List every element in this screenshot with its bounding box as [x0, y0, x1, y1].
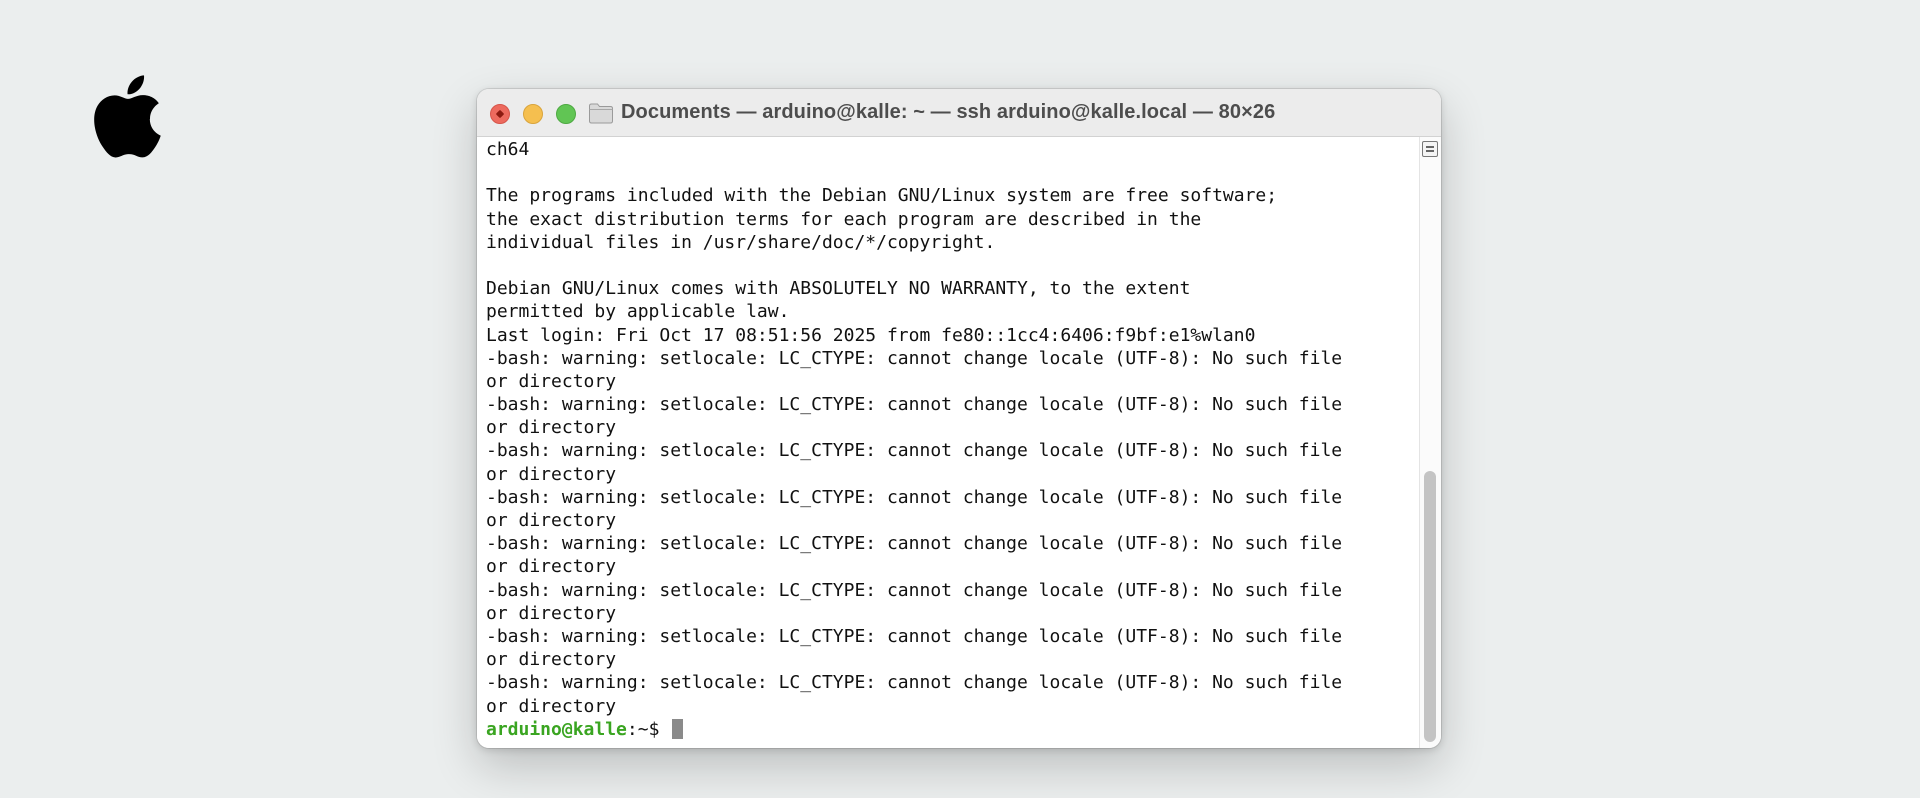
folder-icon: [588, 102, 614, 124]
split-pane-icon[interactable]: [1422, 141, 1438, 157]
close-button[interactable]: [490, 104, 510, 124]
terminal-line: or directory: [486, 695, 617, 717]
terminal-line: ch64: [486, 139, 530, 160]
terminal-line: or directory: [486, 649, 617, 671]
terminal-line: -bash: warning: setlocale: LC_CTYPE: can…: [486, 672, 1343, 694]
apple-icon[interactable]: [86, 68, 164, 164]
window-title: Documents — arduino@kalle: ~ — ssh ardui…: [621, 101, 1276, 123]
terminal-line: -bash: warning: setlocale: LC_CTYPE: can…: [486, 486, 1343, 508]
terminal-line: -bash: warning: setlocale: LC_CTYPE: can…: [486, 440, 1343, 462]
terminal-output[interactable]: ch64 The programs included with the Debi…: [477, 137, 1419, 748]
terminal-line: the exact distribution terms for each pr…: [486, 208, 1202, 230]
terminal-line: individual files in /usr/share/doc/*/cop…: [486, 231, 996, 253]
terminal-lines: ch64 The programs included with the Debi…: [486, 138, 1342, 741]
scrollbar-thumb[interactable]: [1424, 471, 1436, 742]
terminal-line: -bash: warning: setlocale: LC_CTYPE: can…: [486, 394, 1343, 416]
zoom-button[interactable]: [556, 104, 576, 124]
prompt-user-host: arduino@kalle: [486, 718, 627, 740]
terminal-line: -bash: warning: setlocale: LC_CTYPE: can…: [486, 533, 1343, 555]
minimize-button[interactable]: [523, 104, 543, 124]
terminal-line: or directory: [486, 602, 617, 624]
terminal-line: or directory: [486, 556, 617, 578]
terminal-line: The programs included with the Debian GN…: [486, 185, 1278, 207]
terminal-line: permitted by applicable law.: [486, 301, 790, 323]
text-cursor: [672, 718, 684, 739]
prompt-path: :~$: [626, 718, 671, 740]
terminal-line: -bash: warning: setlocale: LC_CTYPE: can…: [486, 625, 1343, 647]
terminal-line: or directory: [486, 417, 617, 439]
terminal-line: -bash: warning: setlocale: LC_CTYPE: can…: [486, 347, 1343, 369]
terminal-line: or directory: [486, 370, 617, 392]
terminal-line: -bash: warning: setlocale: LC_CTYPE: can…: [486, 579, 1343, 601]
terminal-line: Last login: Fri Oct 17 08:51:56 2025 fro…: [486, 324, 1256, 346]
terminal-window: Documents — arduino@kalle: ~ — ssh ardui…: [477, 89, 1441, 748]
terminal-line: Debian GNU/Linux comes with ABSOLUTELY N…: [486, 278, 1191, 300]
title-bar[interactable]: Documents — arduino@kalle: ~ — ssh ardui…: [477, 89, 1441, 137]
shell-prompt[interactable]: arduino@kalle:~$: [486, 718, 1342, 741]
terminal-line: or directory: [486, 463, 617, 485]
terminal-line: or directory: [486, 510, 617, 531]
